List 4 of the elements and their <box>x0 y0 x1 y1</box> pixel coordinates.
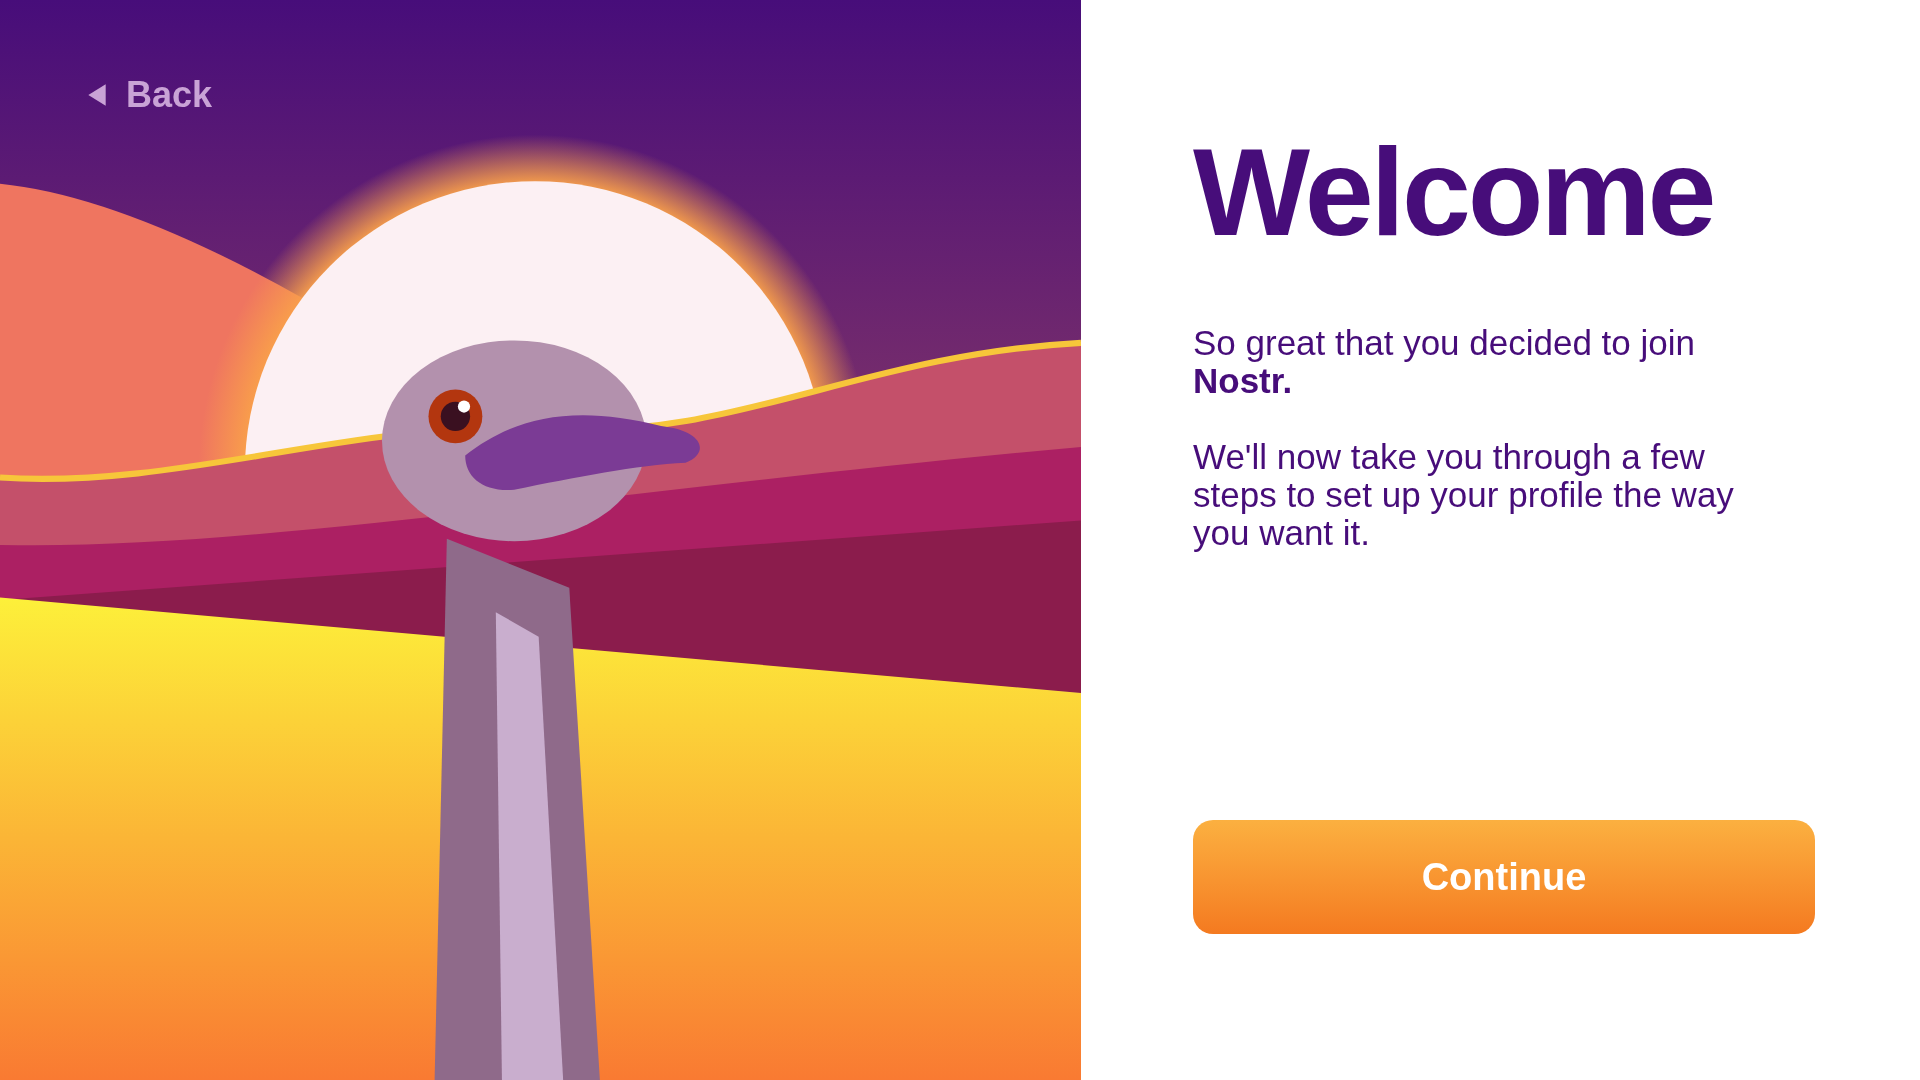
intro-paragraph: So great that you decided to join Nostr. <box>1193 324 1696 400</box>
intro-paragraph: We'll now take you through a few steps to set up your profile the way you want it. <box>1193 438 1735 552</box>
back-button[interactable]: Back <box>84 68 213 122</box>
welcome-heading: Welcome <box>1193 130 1715 254</box>
